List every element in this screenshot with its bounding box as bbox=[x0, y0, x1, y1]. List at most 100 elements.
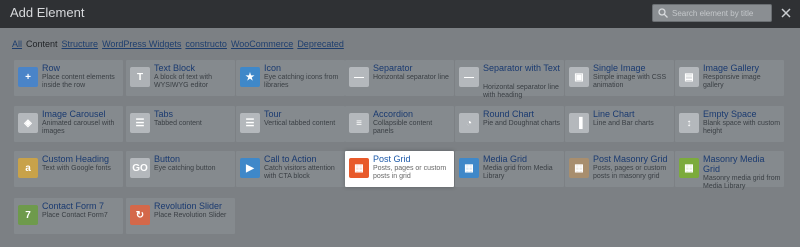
post-masonry-grid-icon: ▦ bbox=[569, 158, 589, 178]
element-card-icon[interactable]: ★ Icon Eye catching icons from libraries bbox=[236, 60, 345, 96]
element-description: Line and Bar charts bbox=[593, 120, 654, 127]
element-description: Vertical tabbed content bbox=[264, 120, 336, 127]
tabs-icon: ☰ bbox=[130, 113, 150, 133]
contact-form-7-icon: 7 bbox=[18, 205, 38, 225]
single-image-icon: ▣ bbox=[569, 67, 589, 87]
element-description: Animated carousel with images bbox=[42, 120, 115, 135]
element-card-single-image[interactable]: ▣ Single Image Simple image with CSS anima… bbox=[565, 60, 674, 96]
element-name: Media Grid bbox=[483, 154, 528, 164]
element-card-image-gallery[interactable]: ▤ Image Gallery Responsive image gallery bbox=[675, 60, 784, 96]
tab-deprecated[interactable]: Deprecated bbox=[297, 39, 344, 51]
element-card-tour[interactable]: ☰ Tour Vertical tabbed content bbox=[236, 106, 345, 142]
dialog-header: Add Element bbox=[0, 0, 800, 28]
search-input[interactable] bbox=[672, 6, 768, 20]
revolution-slider-icon: ↻ bbox=[130, 205, 150, 225]
element-card-custom-heading[interactable]: a Custom Heading Text with Google fonts bbox=[14, 151, 123, 187]
element-card-row[interactable]: + Row Place content elements inside the ro… bbox=[14, 60, 123, 96]
tab-structure[interactable]: Structure bbox=[62, 39, 99, 51]
element-card-masonry-media-grid[interactable]: ▦ Masonry Media Grid Masonry media grid fr… bbox=[675, 151, 784, 190]
tab-content[interactable]: Content bbox=[26, 39, 58, 51]
element-description: Media grid from Media Library bbox=[483, 165, 553, 180]
search-box[interactable] bbox=[652, 4, 772, 22]
element-card-accordion[interactable]: ≡ Accordion Collapsible content panels bbox=[345, 106, 454, 142]
element-description: Tabbed content bbox=[154, 120, 202, 127]
element-card-separator-with-text[interactable]: — Separator with Text Horizontal separator… bbox=[455, 60, 564, 99]
element-name: Tour bbox=[264, 109, 282, 119]
element-description: Blank space with custom height bbox=[703, 120, 781, 135]
element-card-post-grid[interactable]: ▦ Post Grid Posts, pages or custom posts i… bbox=[345, 151, 454, 187]
element-card-empty-space[interactable]: ↕ Empty Space Blank space with custom heig… bbox=[675, 106, 784, 142]
element-card-button[interactable]: GO Button Eye catching button bbox=[126, 151, 235, 187]
element-name: Row bbox=[42, 63, 61, 73]
accordion-icon: ≡ bbox=[349, 113, 369, 133]
post-grid-icon: ▦ bbox=[349, 158, 369, 178]
element-description: Responsive image gallery bbox=[703, 74, 761, 89]
tab-constructo[interactable]: constructo bbox=[185, 39, 227, 51]
element-description: Place Revolution Slider bbox=[154, 212, 227, 219]
element-name: Tabs bbox=[154, 109, 174, 119]
dialog-title: Add Element bbox=[10, 5, 85, 20]
element-name: Line Chart bbox=[593, 109, 635, 119]
tour-icon: ☰ bbox=[240, 113, 260, 133]
element-description: Posts, pages or custom posts in grid bbox=[373, 165, 447, 180]
element-card-media-grid[interactable]: ▦ Media Grid Media grid from Media Library bbox=[455, 151, 564, 187]
tab-woocommerce[interactable]: WooCommerce bbox=[231, 39, 293, 51]
element-description: Place content elements inside the row bbox=[42, 74, 115, 89]
element-name: Post Grid bbox=[373, 154, 411, 164]
row-icon: + bbox=[18, 67, 38, 87]
element-name: Post Masonry Grid bbox=[593, 154, 668, 164]
element-name: Separator with Text bbox=[483, 63, 560, 73]
element-name: Image Gallery bbox=[703, 63, 760, 73]
element-description: Horizontal separator line bbox=[373, 74, 449, 81]
element-card-contact-form-7[interactable]: 7 Contact Form 7 Place Contact Form7 bbox=[14, 198, 123, 234]
element-card-tabs[interactable]: ☰ Tabs Tabbed content bbox=[126, 106, 235, 142]
element-description: Eye catching button bbox=[154, 165, 216, 172]
line-chart-icon: ▐ bbox=[569, 113, 589, 133]
element-description: Eye catching icons from libraries bbox=[264, 74, 339, 89]
element-name: Custom Heading bbox=[42, 154, 110, 164]
custom-heading-icon: a bbox=[18, 158, 38, 178]
element-name: Round Chart bbox=[483, 109, 535, 119]
call-to-action-icon: ▶ bbox=[240, 158, 260, 178]
element-name: Icon bbox=[264, 63, 282, 73]
element-name: Image Carousel bbox=[42, 109, 106, 119]
element-description: Place Contact Form7 bbox=[42, 212, 108, 219]
search-icon bbox=[658, 8, 668, 18]
tab-all[interactable]: All bbox=[12, 39, 22, 51]
separator-icon: — bbox=[349, 67, 369, 87]
button-icon: GO bbox=[130, 158, 150, 178]
element-description: Text with Google fonts bbox=[42, 165, 111, 172]
element-card-line-chart[interactable]: ▐ Line Chart Line and Bar charts bbox=[565, 106, 674, 142]
image-carousel-icon: ◈ bbox=[18, 113, 38, 133]
element-description: Simple image with CSS animation bbox=[593, 74, 667, 89]
icon-icon: ★ bbox=[240, 67, 260, 87]
element-card-revolution-slider[interactable]: ↻ Revolution Slider Place Revolution Slide… bbox=[126, 198, 235, 234]
element-name: Revolution Slider bbox=[154, 201, 223, 211]
element-description: Collapsible content panels bbox=[373, 120, 433, 135]
element-name: Button bbox=[154, 154, 181, 164]
element-card-text-block[interactable]: T Text Block A block of text with WYSIWYG … bbox=[126, 60, 235, 96]
element-card-call-to-action[interactable]: ▶ Call to Action Catch visitors attention … bbox=[236, 151, 345, 187]
element-card-post-masonry-grid[interactable]: ▦ Post Masonry Grid Posts, pages or custom… bbox=[565, 151, 674, 187]
element-description: Masonry media grid from Media Library bbox=[703, 175, 781, 190]
close-icon[interactable] bbox=[780, 7, 792, 19]
element-name: Accordion bbox=[373, 109, 414, 119]
element-description: Catch visitors attention with CTA block bbox=[264, 165, 335, 180]
element-card-separator[interactable]: — Separator Horizontal separator line bbox=[345, 60, 454, 96]
element-card-image-carousel[interactable]: ◈ Image Carousel Animated carousel with im… bbox=[14, 106, 123, 142]
round-chart-icon: ◔ bbox=[459, 113, 479, 133]
tab-wordpress-widgets[interactable]: WordPress Widgets bbox=[102, 39, 181, 51]
element-name: Empty Space bbox=[703, 109, 757, 119]
masonry-media-grid-icon: ▦ bbox=[679, 158, 699, 178]
image-gallery-icon: ▤ bbox=[679, 67, 699, 87]
element-name: Call to Action bbox=[264, 154, 317, 164]
element-name: Separator bbox=[373, 63, 413, 73]
element-name: Contact Form 7 bbox=[42, 201, 105, 211]
text-block-icon: T bbox=[130, 67, 150, 87]
element-name: Text Block bbox=[154, 63, 196, 73]
element-description: A block of text with WYSIWYG editor bbox=[154, 74, 212, 89]
separator-with-text-icon: — bbox=[459, 67, 479, 87]
element-card-round-chart[interactable]: ◔ Round Chart Pie and Doughnat charts bbox=[455, 106, 564, 142]
element-description: Posts, pages or custom posts in masonry … bbox=[593, 165, 667, 180]
element-name: Masonry Media Grid bbox=[703, 154, 765, 174]
